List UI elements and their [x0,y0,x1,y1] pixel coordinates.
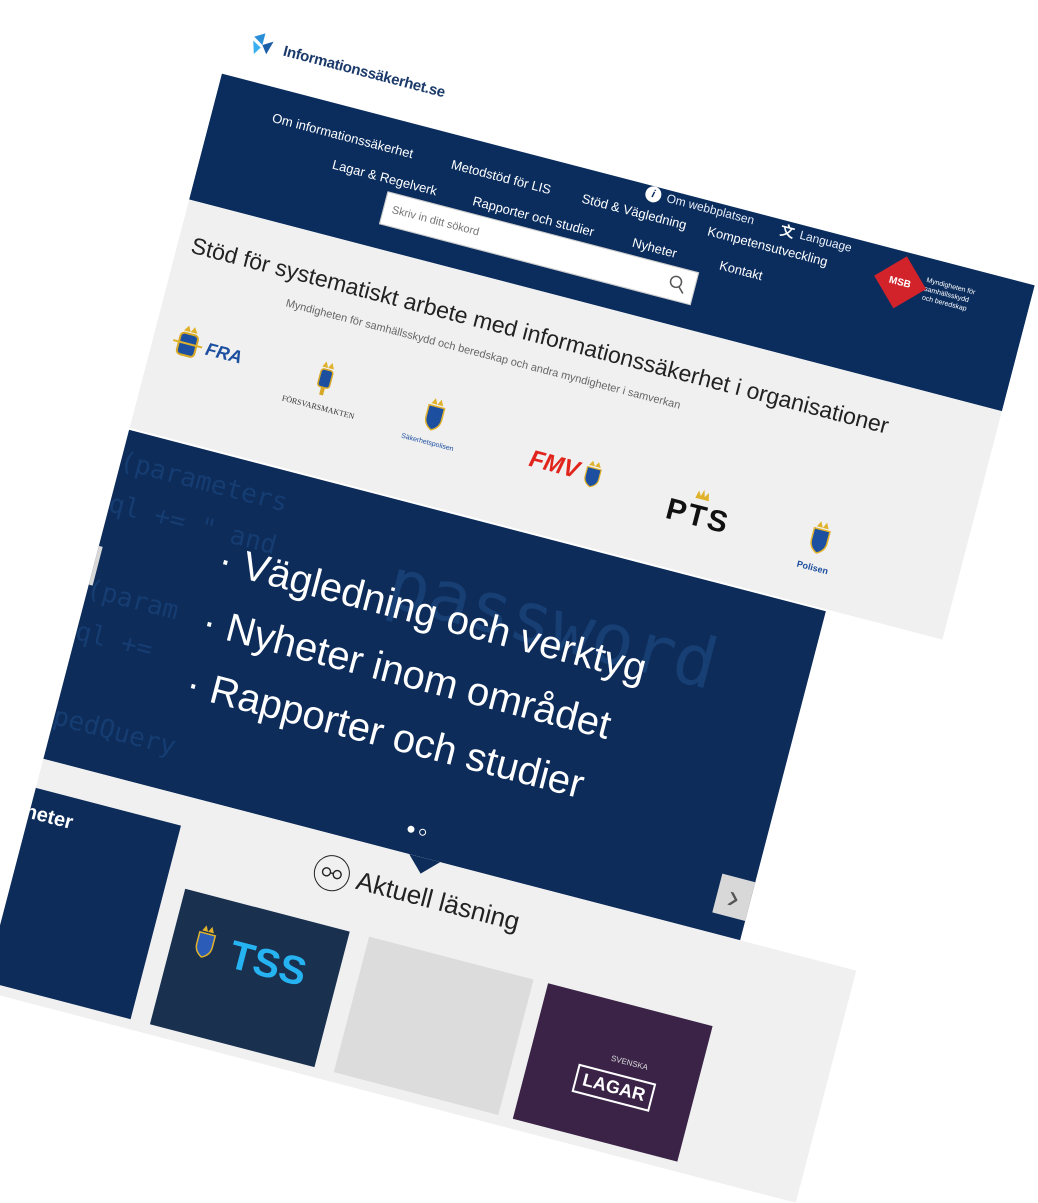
card-crest-icon [195,925,217,958]
nav-kontakt[interactable]: Kontakt [718,258,764,284]
partner-sakerhetspolisen[interactable]: Säkerhetspolisen [400,390,465,453]
slider-dot-1[interactable] [406,824,416,834]
fmv-crest-icon [583,460,602,488]
nav-lagar-och-regelverk[interactable]: Lagar & Regelverk [331,157,439,199]
code-line: TypedQuery [19,693,179,763]
card-tss-label: TSS [224,932,311,996]
partner-fmv[interactable]: FMV [526,444,606,492]
logo-mark-icon [253,33,274,55]
news-title: Nyheter [0,793,76,834]
partner-forsvarsmakten[interactable]: FÖRSVARSMAKTEN [281,351,366,421]
code-line: if(param [53,565,182,627]
partner-fra-label: FRA [203,338,245,368]
slider-dots [406,824,427,837]
partner-polisen[interactable]: Polisen [796,516,841,576]
card-lagar-top-label: SVENSKA [610,1053,649,1073]
msb-badge: MSB [874,256,927,309]
code-line: } [64,523,87,557]
fra-emblem-icon [172,325,203,358]
search-icon[interactable] [657,266,697,304]
msb-badge-text: MSB [887,274,913,291]
page: Informationssäkerhet.se Om informationss… [0,4,1038,1203]
sakerhetspolisen-crest-icon [424,398,446,431]
msb-tagline: Myndigheten för samhällsskydd och bereds… [921,276,977,313]
translate-icon: 文 [778,221,797,241]
partner-fra[interactable]: FRA [168,321,247,378]
forsvarsmakten-crest-icon [317,361,335,396]
msb-logo[interactable]: MSB Myndigheten för samhällsskydd och be… [874,256,979,320]
partner-sakerhetspolisen-label: Säkerhetspolisen [400,432,455,454]
info-icon: i [643,184,664,205]
partner-fmv-label: FMV [526,445,583,485]
chevron-right-icon: › [723,877,745,917]
site-name: Informationssäkerhet.se [281,42,447,101]
chevron-left-icon: ‹ [71,541,92,582]
slider-dot-2[interactable] [418,828,427,837]
nav-om-informationssakerhet[interactable]: Om informationssäkerhet [271,110,415,161]
polisen-crest-icon [810,521,831,554]
partner-pts[interactable]: PTS [662,481,736,542]
partner-pts-label: PTS [662,492,734,541]
code-line: } [30,651,54,685]
nav-metodstod-for-lis[interactable]: Metodstöd för LIS [450,157,553,197]
